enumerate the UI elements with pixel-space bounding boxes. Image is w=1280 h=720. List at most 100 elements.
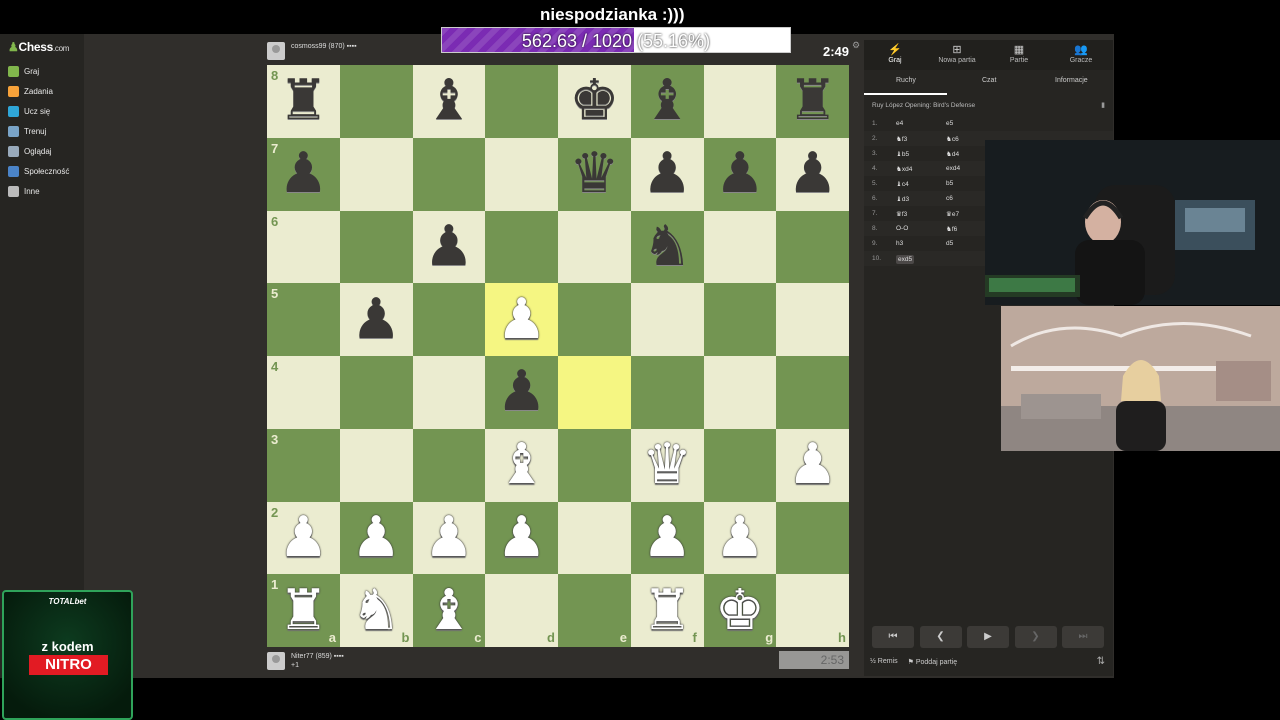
square-g5[interactable] xyxy=(703,283,777,356)
piece-g1[interactable]: ♚ xyxy=(704,574,777,647)
tab-3[interactable]: 👥 Gracze xyxy=(1050,43,1112,64)
square-h6[interactable] xyxy=(776,210,849,284)
white-move[interactable]: e4 xyxy=(896,120,903,127)
white-move[interactable]: ♝c4 xyxy=(896,180,909,188)
piece-f6[interactable]: ♞ xyxy=(631,211,704,284)
white-move[interactable]: exd5 xyxy=(896,255,915,264)
square-f5[interactable] xyxy=(630,283,704,356)
square-g8[interactable] xyxy=(703,65,777,138)
sidebar-item-4[interactable]: Oglądaj xyxy=(8,144,52,158)
piece-h7[interactable]: ♟ xyxy=(776,138,849,211)
square-e2[interactable] xyxy=(558,501,631,575)
square-c3[interactable] xyxy=(412,428,486,502)
resign-button[interactable]: ⚑ Poddaj partię xyxy=(908,658,957,666)
square-h2[interactable] xyxy=(776,501,849,575)
white-move[interactable]: ♛f3 xyxy=(896,210,907,218)
piece-a8[interactable]: ♜ xyxy=(267,65,340,138)
piece-c8[interactable]: ♝ xyxy=(413,65,486,138)
prev-move-button[interactable]: ❮ xyxy=(919,626,962,648)
draw-button[interactable]: ½ Remis xyxy=(870,658,898,666)
square-e6[interactable] xyxy=(558,210,631,284)
black-move[interactable]: b5 xyxy=(946,180,953,187)
play-button[interactable]: ▶ xyxy=(967,626,1009,648)
piece-f1[interactable]: ♜ xyxy=(631,574,704,647)
piece-b2[interactable]: ♟ xyxy=(340,502,413,575)
square-e5[interactable] xyxy=(558,283,631,356)
square-d7[interactable] xyxy=(485,137,558,211)
top-player-name[interactable]: cosmoss99 (870) ▪▪▪▪ xyxy=(291,43,357,50)
piece-c2[interactable]: ♟ xyxy=(413,502,486,575)
sidebar-item-0[interactable]: Graj xyxy=(8,64,39,78)
black-move[interactable]: ♞c6 xyxy=(946,135,959,143)
white-move[interactable]: ♝b5 xyxy=(896,150,909,158)
last-move-button[interactable]: ⏭ xyxy=(1062,626,1104,648)
piece-f8[interactable]: ♝ xyxy=(631,65,704,138)
piece-b5[interactable]: ♟ xyxy=(340,283,413,356)
piece-g2[interactable]: ♟ xyxy=(704,502,777,575)
white-move[interactable]: ♞xd4 xyxy=(896,165,912,173)
piece-b1[interactable]: ♞ xyxy=(340,574,413,647)
square-b7[interactable] xyxy=(339,137,413,211)
subtab-moves[interactable]: Ruchy xyxy=(896,77,916,84)
black-move[interactable]: exd4 xyxy=(946,165,960,172)
chess-logo[interactable]: ♟Chess.com xyxy=(8,40,69,54)
subtab-chat[interactable]: Czat xyxy=(982,77,996,84)
square-g3[interactable] xyxy=(703,428,777,502)
piece-f3[interactable]: ♛ xyxy=(631,429,704,502)
white-move[interactable]: ♞f3 xyxy=(896,135,907,143)
piece-d2[interactable]: ♟ xyxy=(485,502,558,575)
square-b6[interactable] xyxy=(339,210,413,284)
bottom-player-name[interactable]: Niter77 (859) ▪▪▪▪ xyxy=(291,653,344,660)
avatar[interactable] xyxy=(267,42,285,60)
piece-h3[interactable]: ♟ xyxy=(776,429,849,502)
square-c4[interactable] xyxy=(412,356,486,429)
square-h5[interactable] xyxy=(776,283,849,356)
square-g6[interactable] xyxy=(703,210,777,284)
piece-f7[interactable]: ♟ xyxy=(631,138,704,211)
flip-board-icon[interactable]: ⇅ xyxy=(1097,656,1105,667)
square-b8[interactable] xyxy=(339,65,413,138)
avatar[interactable] xyxy=(267,652,285,670)
piece-h8[interactable]: ♜ xyxy=(776,65,849,138)
settings-gear-icon[interactable]: ⚙ xyxy=(852,40,860,51)
sidebar-item-5[interactable]: Społeczność xyxy=(8,164,69,178)
black-move[interactable]: ♞f6 xyxy=(946,225,957,233)
white-move[interactable]: ♝d3 xyxy=(896,195,909,203)
subtab-info[interactable]: Informacje xyxy=(1055,77,1088,84)
square-d6[interactable] xyxy=(485,210,558,284)
piece-g7[interactable]: ♟ xyxy=(704,138,777,211)
piece-c6[interactable]: ♟ xyxy=(413,211,486,284)
square-g4[interactable] xyxy=(703,356,777,429)
square-d8[interactable] xyxy=(485,65,558,138)
piece-d4[interactable]: ♟ xyxy=(485,356,558,429)
white-move[interactable]: h3 xyxy=(896,240,903,247)
piece-c1[interactable]: ♝ xyxy=(413,574,486,647)
sidebar-item-3[interactable]: Trenuj xyxy=(8,124,46,138)
next-move-button[interactable]: ❯ xyxy=(1014,626,1057,648)
square-c7[interactable] xyxy=(412,137,486,211)
sidebar-item-2[interactable]: Ucz się xyxy=(8,104,50,118)
sidebar-item-6[interactable]: Inne xyxy=(8,184,40,198)
tab-0[interactable]: ⚡ Graj xyxy=(864,43,926,64)
piece-a1[interactable]: ♜ xyxy=(267,574,340,647)
piece-d3[interactable]: ♝ xyxy=(485,429,558,502)
tab-1[interactable]: ⊞ Nowa partia xyxy=(926,43,988,64)
tab-2[interactable]: ▦ Partie xyxy=(988,43,1050,64)
piece-d5[interactable]: ♟ xyxy=(485,283,558,356)
white-move[interactable]: O-O xyxy=(896,225,908,232)
sidebar-item-1[interactable]: Zadania xyxy=(8,84,53,98)
square-f4[interactable] xyxy=(630,356,704,429)
square-b3[interactable] xyxy=(339,428,413,502)
piece-e7[interactable]: ♛ xyxy=(558,138,631,211)
piece-a2[interactable]: ♟ xyxy=(267,502,340,575)
piece-a7[interactable]: ♟ xyxy=(267,138,340,211)
square-b4[interactable] xyxy=(339,356,413,429)
black-move[interactable]: d5 xyxy=(946,240,953,247)
black-move[interactable]: ♛e7 xyxy=(946,210,959,218)
black-move[interactable]: e5 xyxy=(946,120,953,127)
book-icon[interactable]: ▮ xyxy=(1101,101,1105,109)
black-move[interactable]: ♞d4 xyxy=(946,150,959,158)
square-h4[interactable] xyxy=(776,356,849,429)
chess-board[interactable]: 8 7 6 5 4 3 2 1 a b c d e f g h ♜ ♝ ♚ ♝ ♜ ♟ ♛ ♟ ♟ ♟ ♟ ♞ ♟ ♟ ♟ ♝ ♛ ♟ ♟ ♟ ♟ ♟ ♟ ♟… xyxy=(267,65,849,647)
piece-e8[interactable]: ♚ xyxy=(558,65,631,138)
